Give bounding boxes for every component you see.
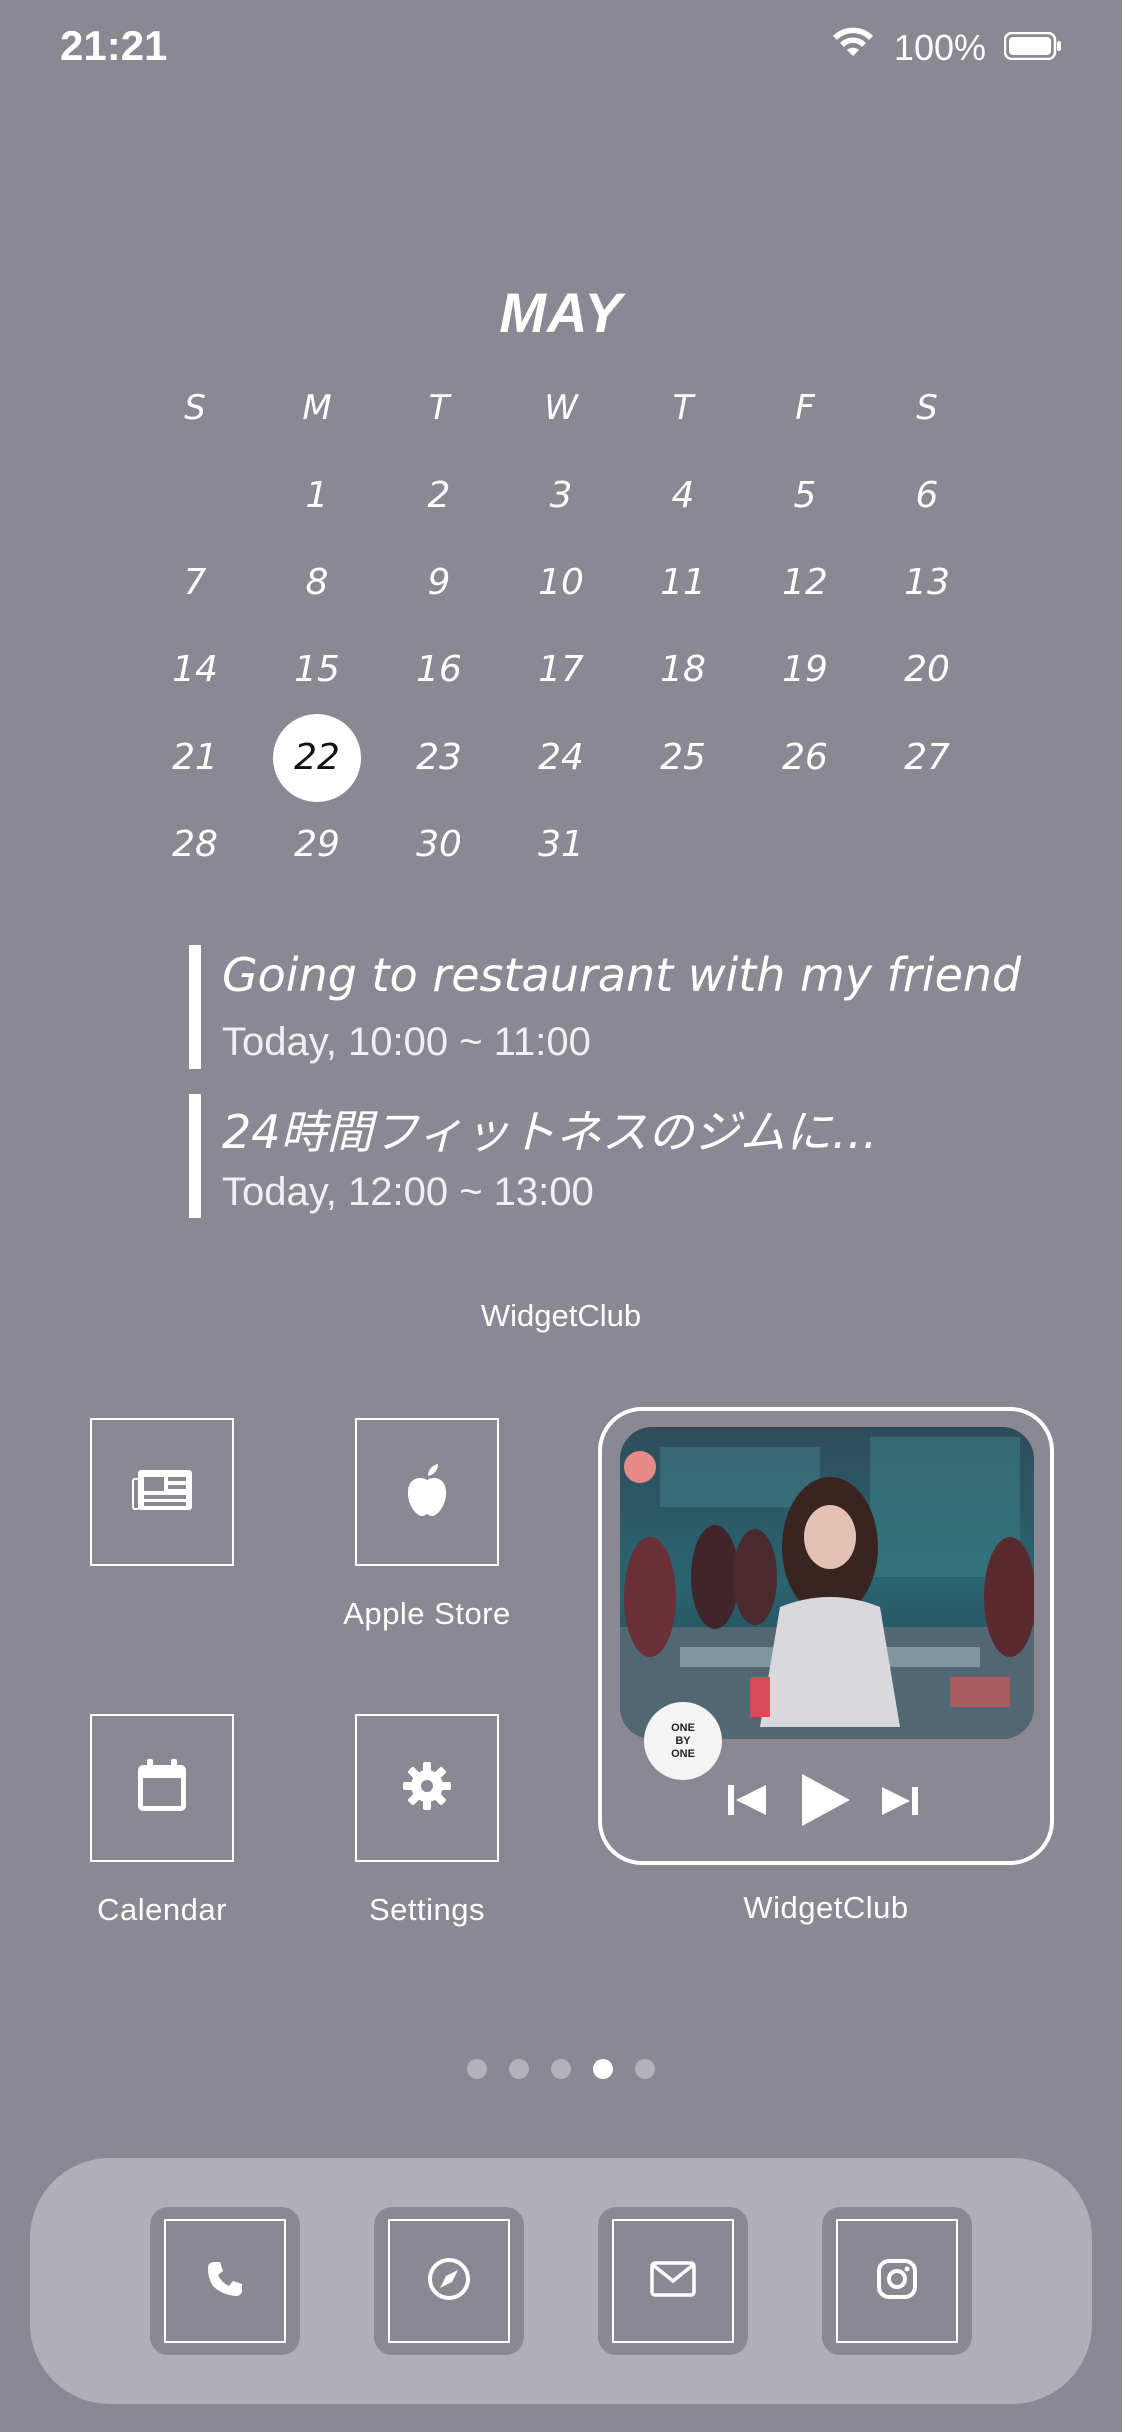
- app-apple-store[interactable]: [355, 1418, 499, 1566]
- event-bar: [189, 945, 201, 1069]
- play-icon[interactable]: [798, 1772, 852, 1833]
- calendar-day[interactable]: 25: [633, 723, 733, 793]
- dock-app-instagram[interactable]: [822, 2207, 972, 2355]
- app-label: Calendar: [97, 1892, 227, 1927]
- calendar-day-today[interactable]: 22: [273, 714, 361, 802]
- calendar-day[interactable]: 12: [755, 548, 855, 618]
- widget-label: WidgetClub: [743, 1890, 909, 1925]
- mail-icon: [650, 2260, 696, 2302]
- page-dot-active[interactable]: [593, 2059, 613, 2079]
- calendar-day[interactable]: 16: [389, 635, 489, 705]
- page-dot[interactable]: [467, 2059, 487, 2079]
- calendar-day[interactable]: 6: [877, 461, 977, 531]
- calendar-day[interactable]: 8: [267, 548, 367, 618]
- apple-icon: [403, 1462, 451, 1523]
- calendar-day[interactable]: 19: [755, 635, 855, 705]
- calendar-day[interactable]: 29: [267, 810, 367, 880]
- calendar-day[interactable]: 21: [145, 723, 245, 793]
- wifi-icon: [830, 26, 876, 69]
- phone-icon: [205, 2259, 245, 2304]
- newspaper-icon: [130, 1468, 194, 1517]
- calendar-day[interactable]: 28: [145, 810, 245, 880]
- page-dot[interactable]: [551, 2059, 571, 2079]
- app-calendar[interactable]: [90, 1714, 234, 1862]
- previous-track-icon[interactable]: [726, 1782, 770, 1823]
- calendar-day[interactable]: 4: [633, 461, 733, 531]
- calendar-day[interactable]: 1: [267, 461, 367, 531]
- dock-app-phone[interactable]: [150, 2207, 300, 2355]
- event-time: Today, 12:00 ~ 13:00: [222, 1170, 594, 1214]
- calendar-day[interactable]: 7: [145, 548, 245, 618]
- calendar-month: MAY: [499, 281, 623, 344]
- instagram-icon: [876, 2258, 918, 2305]
- calendar-weekday: T: [672, 388, 694, 428]
- compass-icon: [426, 2256, 472, 2307]
- app-label: Settings: [368, 1892, 485, 1927]
- calendar-weekday: T: [428, 388, 450, 428]
- app-settings[interactable]: [355, 1714, 499, 1862]
- calendar-day[interactable]: 18: [633, 635, 733, 705]
- calendar-day[interactable]: 23: [389, 723, 489, 793]
- calendar-day[interactable]: 27: [877, 723, 977, 793]
- status-time: 21:21: [60, 22, 168, 69]
- battery-icon: [1003, 27, 1062, 69]
- page-dot[interactable]: [509, 2059, 529, 2079]
- app-news[interactable]: [90, 1418, 234, 1566]
- page-dot[interactable]: [635, 2059, 655, 2079]
- calendar-day[interactable]: 11: [633, 548, 733, 618]
- album-art: [620, 1427, 1034, 1739]
- calendar-weekday: S: [916, 388, 938, 428]
- calendar-day[interactable]: 13: [877, 548, 977, 618]
- calendar-day[interactable]: 17: [511, 635, 611, 705]
- calendar-weekday: F: [795, 388, 815, 428]
- calendar-day[interactable]: 15: [267, 635, 367, 705]
- next-track-icon[interactable]: [880, 1785, 922, 1822]
- event-time: Today, 10:00 ~ 11:00: [222, 1020, 591, 1064]
- dock-app-mail[interactable]: [598, 2207, 748, 2355]
- calendar-day[interactable]: 24: [511, 723, 611, 793]
- calendar-day[interactable]: 20: [877, 635, 977, 705]
- calendar-weekday: M: [302, 388, 332, 428]
- calendar-day[interactable]: 10: [511, 548, 611, 618]
- event-title: Going to restaurant with my friend: [222, 948, 1022, 1002]
- calendar-day[interactable]: 3: [511, 461, 611, 531]
- calendar-day[interactable]: 2: [389, 461, 489, 531]
- status-right: 100%: [830, 26, 1062, 69]
- calendar-day[interactable]: 30: [389, 810, 489, 880]
- album-badge: ONE BY ONE: [644, 1702, 722, 1780]
- calendar-day[interactable]: 5: [755, 461, 855, 531]
- gear-icon: [401, 1760, 453, 1817]
- calendar-day[interactable]: 31: [511, 810, 611, 880]
- calendar-day[interactable]: 26: [755, 723, 855, 793]
- calendar-day[interactable]: 9: [389, 548, 489, 618]
- event-bar: [189, 1094, 201, 1218]
- calendar-weekday: S: [184, 388, 206, 428]
- calendar-day[interactable]: 14: [145, 635, 245, 705]
- battery-percent: 100%: [893, 26, 986, 68]
- dock-app-safari[interactable]: [374, 2207, 524, 2355]
- widget-label: WidgetClub: [480, 1298, 642, 1333]
- event-title: 24時間フィットネスのジムに…: [222, 1105, 878, 1159]
- calendar-weekday: W: [544, 388, 578, 428]
- app-label: Apple Store: [343, 1596, 511, 1631]
- calendar-icon: [135, 1757, 189, 1820]
